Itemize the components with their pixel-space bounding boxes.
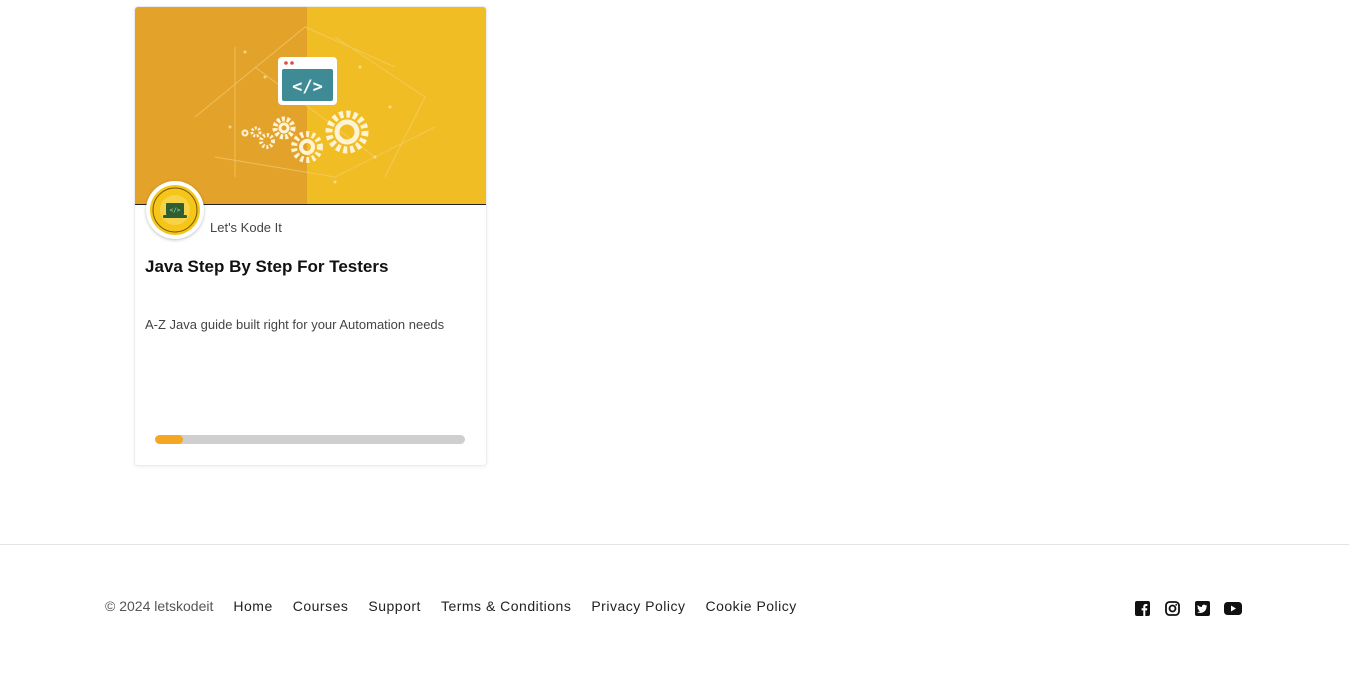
svg-text:</>: </> [170,207,181,214]
course-description: A-Z Java guide built right for your Auto… [145,317,445,332]
course-thumbnail[interactable]: </> [135,7,486,205]
youtube-icon[interactable] [1224,600,1242,616]
course-title[interactable]: Java Step By Step For Testers [145,257,388,277]
twitter-icon[interactable] [1194,600,1210,616]
facebook-icon[interactable] [1134,600,1150,616]
footer-link-support[interactable]: Support [368,598,421,614]
footer-link-home[interactable]: Home [233,598,272,614]
course-card[interactable]: </> </> Let's Kode It Java Step By Step … [134,6,487,466]
author-name: Let's Kode It [210,220,282,235]
instagram-icon[interactable] [1164,600,1180,616]
footer-link-courses[interactable]: Courses [293,598,349,614]
social-links [1134,600,1242,616]
footer: © 2024 letskodeit Home Courses Support T… [105,598,817,614]
page: </> </> Let's Kode It Java Step By Step … [0,0,1349,683]
course-progress-fill [155,435,183,444]
footer-link-cookie[interactable]: Cookie Policy [705,598,796,614]
footer-link-terms[interactable]: Terms & Conditions [441,598,571,614]
svg-text:</>: </> [292,77,323,97]
author-avatar[interactable]: </> [146,181,204,239]
course-progress-bar [155,435,465,444]
copyright-text: © 2024 letskodeit [105,598,214,614]
footer-divider [0,544,1349,545]
letskodeit-logo: </> [150,185,200,235]
footer-link-privacy[interactable]: Privacy Policy [591,598,685,614]
code-window-gears-icon: </> [135,7,486,204]
